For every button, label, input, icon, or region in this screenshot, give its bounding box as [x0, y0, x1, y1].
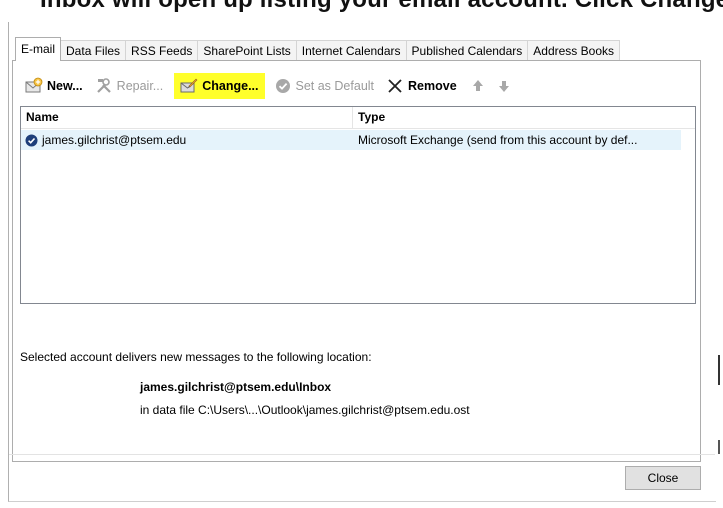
tab-email[interactable]: E-mail	[15, 37, 62, 61]
change-account-icon	[180, 77, 198, 95]
tab-data-files[interactable]: Data Files	[60, 40, 127, 61]
tab-published-calendars[interactable]: Published Calendars	[405, 40, 529, 61]
account-name-cell: james.gilchrist@ptsem.edu	[21, 130, 353, 150]
account-type: Microsoft Exchange (send from this accou…	[358, 133, 638, 147]
footer-divider	[9, 454, 715, 455]
change-button-label: Change...	[202, 79, 259, 93]
account-row[interactable]: james.gilchrist@ptsem.edu Microsoft Exch…	[21, 130, 681, 150]
new-account-icon	[25, 77, 43, 95]
delivery-data-file: in data file C:\Users\...\Outlook\james.…	[140, 403, 470, 417]
arrow-down-icon	[495, 77, 513, 95]
tab-strip: E-mail Data Files RSS Feeds SharePoint L…	[15, 37, 620, 61]
tab-sharepoint-lists[interactable]: SharePoint Lists	[197, 40, 297, 61]
move-down-button[interactable]	[492, 73, 516, 99]
account-name: james.gilchrist@ptsem.edu	[42, 133, 187, 147]
arrow-up-icon	[469, 77, 487, 95]
repair-button-label: Repair...	[116, 79, 164, 93]
close-button[interactable]: Close	[625, 466, 701, 490]
default-account-check-icon	[25, 134, 38, 147]
remove-x-icon	[386, 77, 404, 95]
move-up-button[interactable]	[466, 73, 490, 99]
remove-button-label: Remove	[408, 79, 457, 93]
new-button[interactable]: New...	[22, 73, 86, 99]
change-button[interactable]: Change...	[174, 73, 265, 99]
column-header-type[interactable]: Type	[353, 107, 695, 128]
delivery-location-label: Selected account delivers new messages t…	[20, 350, 372, 364]
repair-tools-icon	[95, 77, 113, 95]
account-settings-dialog: E-mail Data Files RSS Feeds SharePoint L…	[8, 22, 716, 502]
new-button-label: New...	[47, 79, 83, 93]
set-as-default-button[interactable]: Set as Default	[271, 73, 378, 99]
tab-address-books[interactable]: Address Books	[527, 40, 620, 61]
remove-button[interactable]: Remove	[383, 73, 460, 99]
account-list-header: Name Type	[21, 107, 695, 129]
window-edge-mark	[718, 355, 720, 385]
window-edge-mark-lower	[718, 440, 720, 454]
instruction-text: Inbox will open up listing your email ac…	[40, 0, 723, 16]
delivery-inbox-path: james.gilchrist@ptsem.edu\Inbox	[140, 380, 332, 394]
set-as-default-label: Set as Default	[295, 79, 375, 93]
repair-button[interactable]: Repair...	[92, 73, 167, 99]
account-list: Name Type james.gilchrist@ptsem.edu Micr…	[20, 106, 696, 304]
column-header-name[interactable]: Name	[21, 107, 353, 128]
tab-rss-feeds[interactable]: RSS Feeds	[125, 40, 199, 61]
account-toolbar: New... Repair... Change... Set as Defaul…	[22, 73, 522, 99]
tab-internet-calendars[interactable]: Internet Calendars	[295, 40, 407, 61]
email-tab-panel: New... Repair... Change... Set as Defaul…	[12, 60, 701, 462]
default-check-icon	[274, 77, 292, 95]
